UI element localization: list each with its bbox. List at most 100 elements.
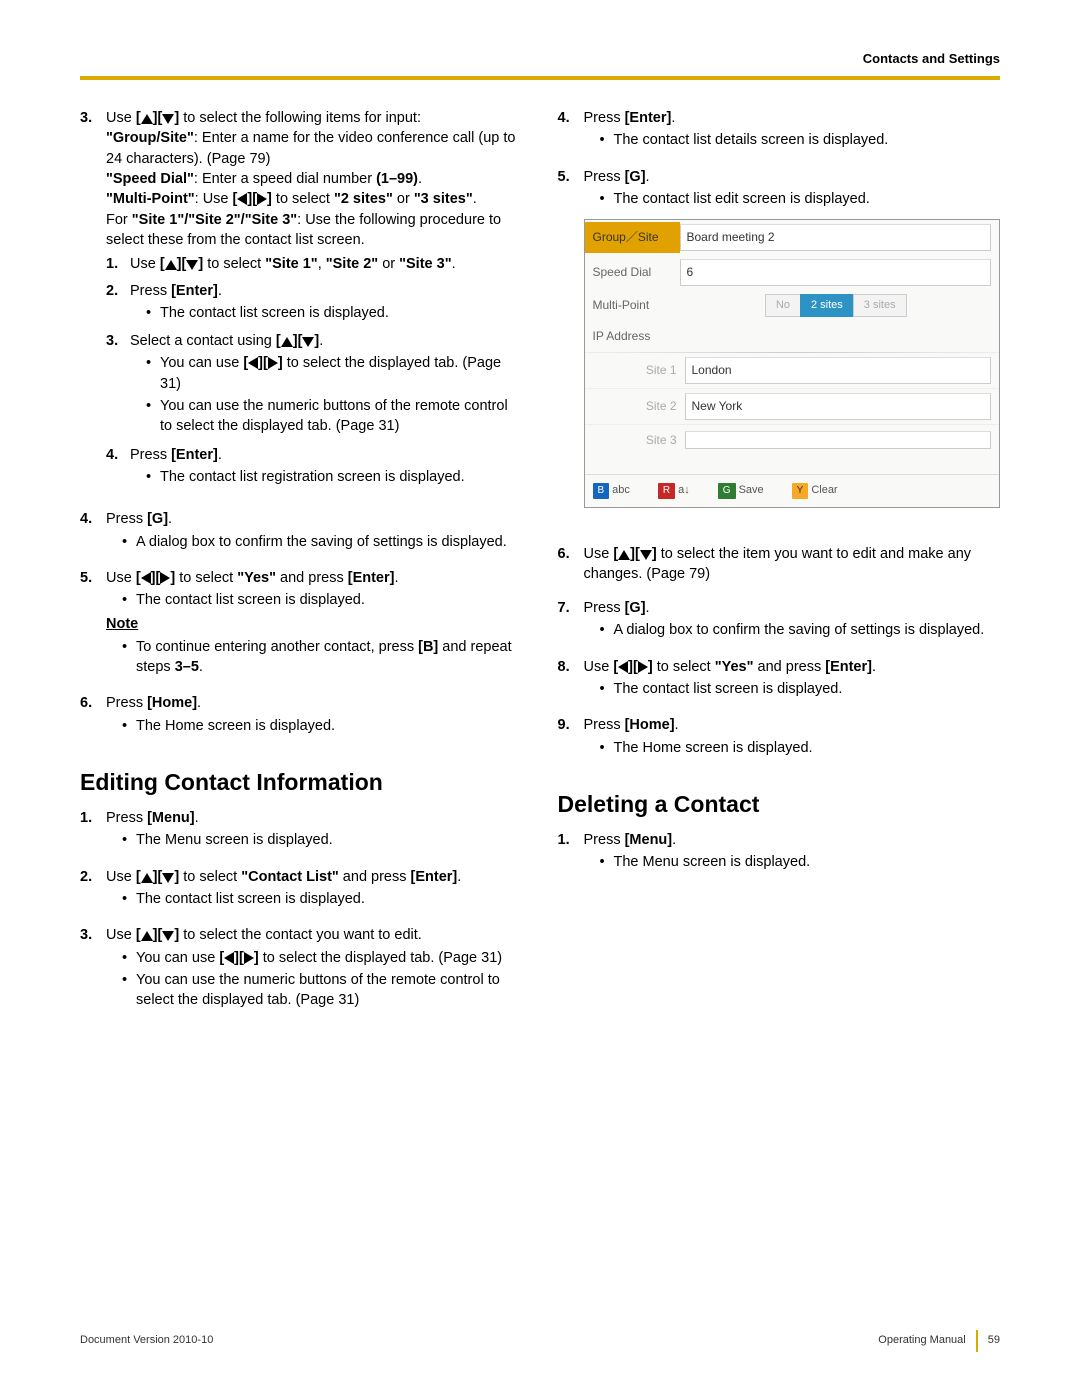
step-number: 9. [558, 715, 584, 760]
opt: "3 sites" [414, 191, 473, 207]
step-number: 8. [558, 657, 584, 702]
bullet: A dialog box to confirm the saving of se… [600, 620, 1001, 640]
right-icon [244, 952, 254, 964]
key: [G] [147, 511, 168, 527]
text: to select [203, 256, 265, 272]
dot: . [168, 511, 172, 527]
segment-no[interactable]: No [765, 294, 801, 317]
group-site-input[interactable]: Board meeting 2 [680, 224, 992, 251]
right-icon [257, 193, 267, 205]
step-number: 5. [80, 568, 106, 679]
step-number: 1. [558, 830, 584, 875]
site2-label: Site 2 [585, 391, 685, 422]
bullet: The Menu screen is displayed. [600, 852, 1001, 872]
text: Press [130, 283, 171, 299]
site3-label: Site 3 [585, 425, 685, 456]
step-number: 7. [558, 598, 584, 643]
up-icon [141, 931, 153, 941]
softkey-b[interactable]: Babc [593, 483, 630, 499]
label: "Speed Dial" [106, 171, 194, 187]
range: (1–99) [376, 171, 418, 187]
text: Use [106, 110, 136, 126]
bullet: The Menu screen is displayed. [122, 830, 523, 850]
text: : Use [195, 191, 233, 207]
down-icon [302, 337, 314, 347]
softkey-y[interactable]: YClear [792, 483, 838, 499]
sub-number: 4. [106, 445, 130, 490]
text: to select the contact you want to edit. [179, 927, 422, 943]
bullet: You can use the numeric buttons of the r… [146, 396, 523, 437]
step-number: 5. [558, 167, 584, 530]
up-icon [281, 337, 293, 347]
speed-dial-input[interactable]: 6 [680, 259, 992, 286]
left-icon [141, 572, 151, 584]
key: [Enter] [825, 659, 872, 675]
page-number: 59 [988, 1333, 1000, 1348]
segment-3sites[interactable]: 3 sites [853, 294, 907, 317]
step-number: 1. [80, 808, 106, 853]
opt: "Site 1" [265, 256, 317, 272]
note-bullet: To continue entering another contact, pr… [122, 637, 523, 678]
bullet: The contact list screen is displayed. [122, 889, 523, 909]
right-icon [268, 357, 278, 369]
header-rule [80, 76, 1000, 80]
softkey-r[interactable]: Ra↓ [658, 483, 690, 499]
key-r-icon: R [658, 483, 675, 499]
key-g-icon: G [718, 483, 736, 499]
site2-input[interactable]: New York [685, 393, 992, 420]
step-number: 2. [80, 867, 106, 912]
softkey-g[interactable]: GSave [718, 483, 764, 499]
key: [Enter] [625, 110, 672, 126]
section-deleting-contact: Deleting a Contact [558, 788, 1001, 820]
bullet: The Home screen is displayed. [600, 738, 1001, 758]
dot: . [195, 810, 199, 826]
key-y-label: Clear [811, 484, 837, 496]
text: Press [106, 810, 147, 826]
text: Use [584, 546, 614, 562]
text: and press [276, 570, 348, 586]
bullet: You can use the numeric buttons of the r… [122, 970, 523, 1011]
dot: . [319, 333, 323, 349]
opt: "2 sites" [334, 191, 393, 207]
text: and press [754, 659, 826, 675]
bullet: A dialog box to confirm the saving of se… [122, 532, 523, 552]
text: or [378, 256, 399, 272]
text: To continue entering another contact, pr… [136, 639, 418, 655]
down-icon [640, 550, 652, 560]
left-icon [618, 661, 628, 673]
bullet: The contact list details screen is displ… [600, 130, 1001, 150]
opt: "Contact List" [241, 869, 339, 885]
bullet: The contact list screen is displayed. [146, 303, 523, 323]
segment-2sites[interactable]: 2 sites [800, 294, 854, 317]
footer-divider [976, 1330, 978, 1352]
key: [Enter] [411, 869, 458, 885]
bullet: The contact list screen is displayed. [600, 679, 1001, 699]
dot: . [646, 169, 650, 185]
dot: . [418, 171, 422, 187]
text: Press [106, 511, 147, 527]
text: to select the displayed tab. (Page 31) [259, 950, 502, 966]
bullet: The contact list registration screen is … [146, 467, 523, 487]
label: "Multi-Point" [106, 191, 195, 207]
dot: . [457, 869, 461, 885]
text: Press [106, 695, 147, 711]
speed-dial-label: Speed Dial [585, 257, 680, 288]
site3-input[interactable] [685, 431, 992, 449]
text: , [318, 256, 326, 272]
step-number: 6. [558, 544, 584, 585]
text: You can use [136, 950, 219, 966]
label: "Site 1"/"Site 2"/"Site 3" [132, 212, 297, 228]
dot: . [197, 695, 201, 711]
step-number: 4. [80, 509, 106, 554]
multipoint-label: Multi-Point [585, 290, 680, 321]
left-icon [224, 952, 234, 964]
key-r-label: a↓ [678, 484, 690, 496]
text: : Enter a speed dial number [194, 171, 376, 187]
key: [Enter] [171, 447, 218, 463]
site1-input[interactable]: London [685, 357, 992, 384]
group-site-label: Group／Site [585, 222, 680, 253]
manual-label: Operating Manual [878, 1333, 965, 1348]
section-editing-contact: Editing Contact Information [80, 766, 523, 798]
ip-address-label: IP Address [585, 321, 680, 352]
bullet: The contact list edit screen is displaye… [600, 189, 1001, 209]
